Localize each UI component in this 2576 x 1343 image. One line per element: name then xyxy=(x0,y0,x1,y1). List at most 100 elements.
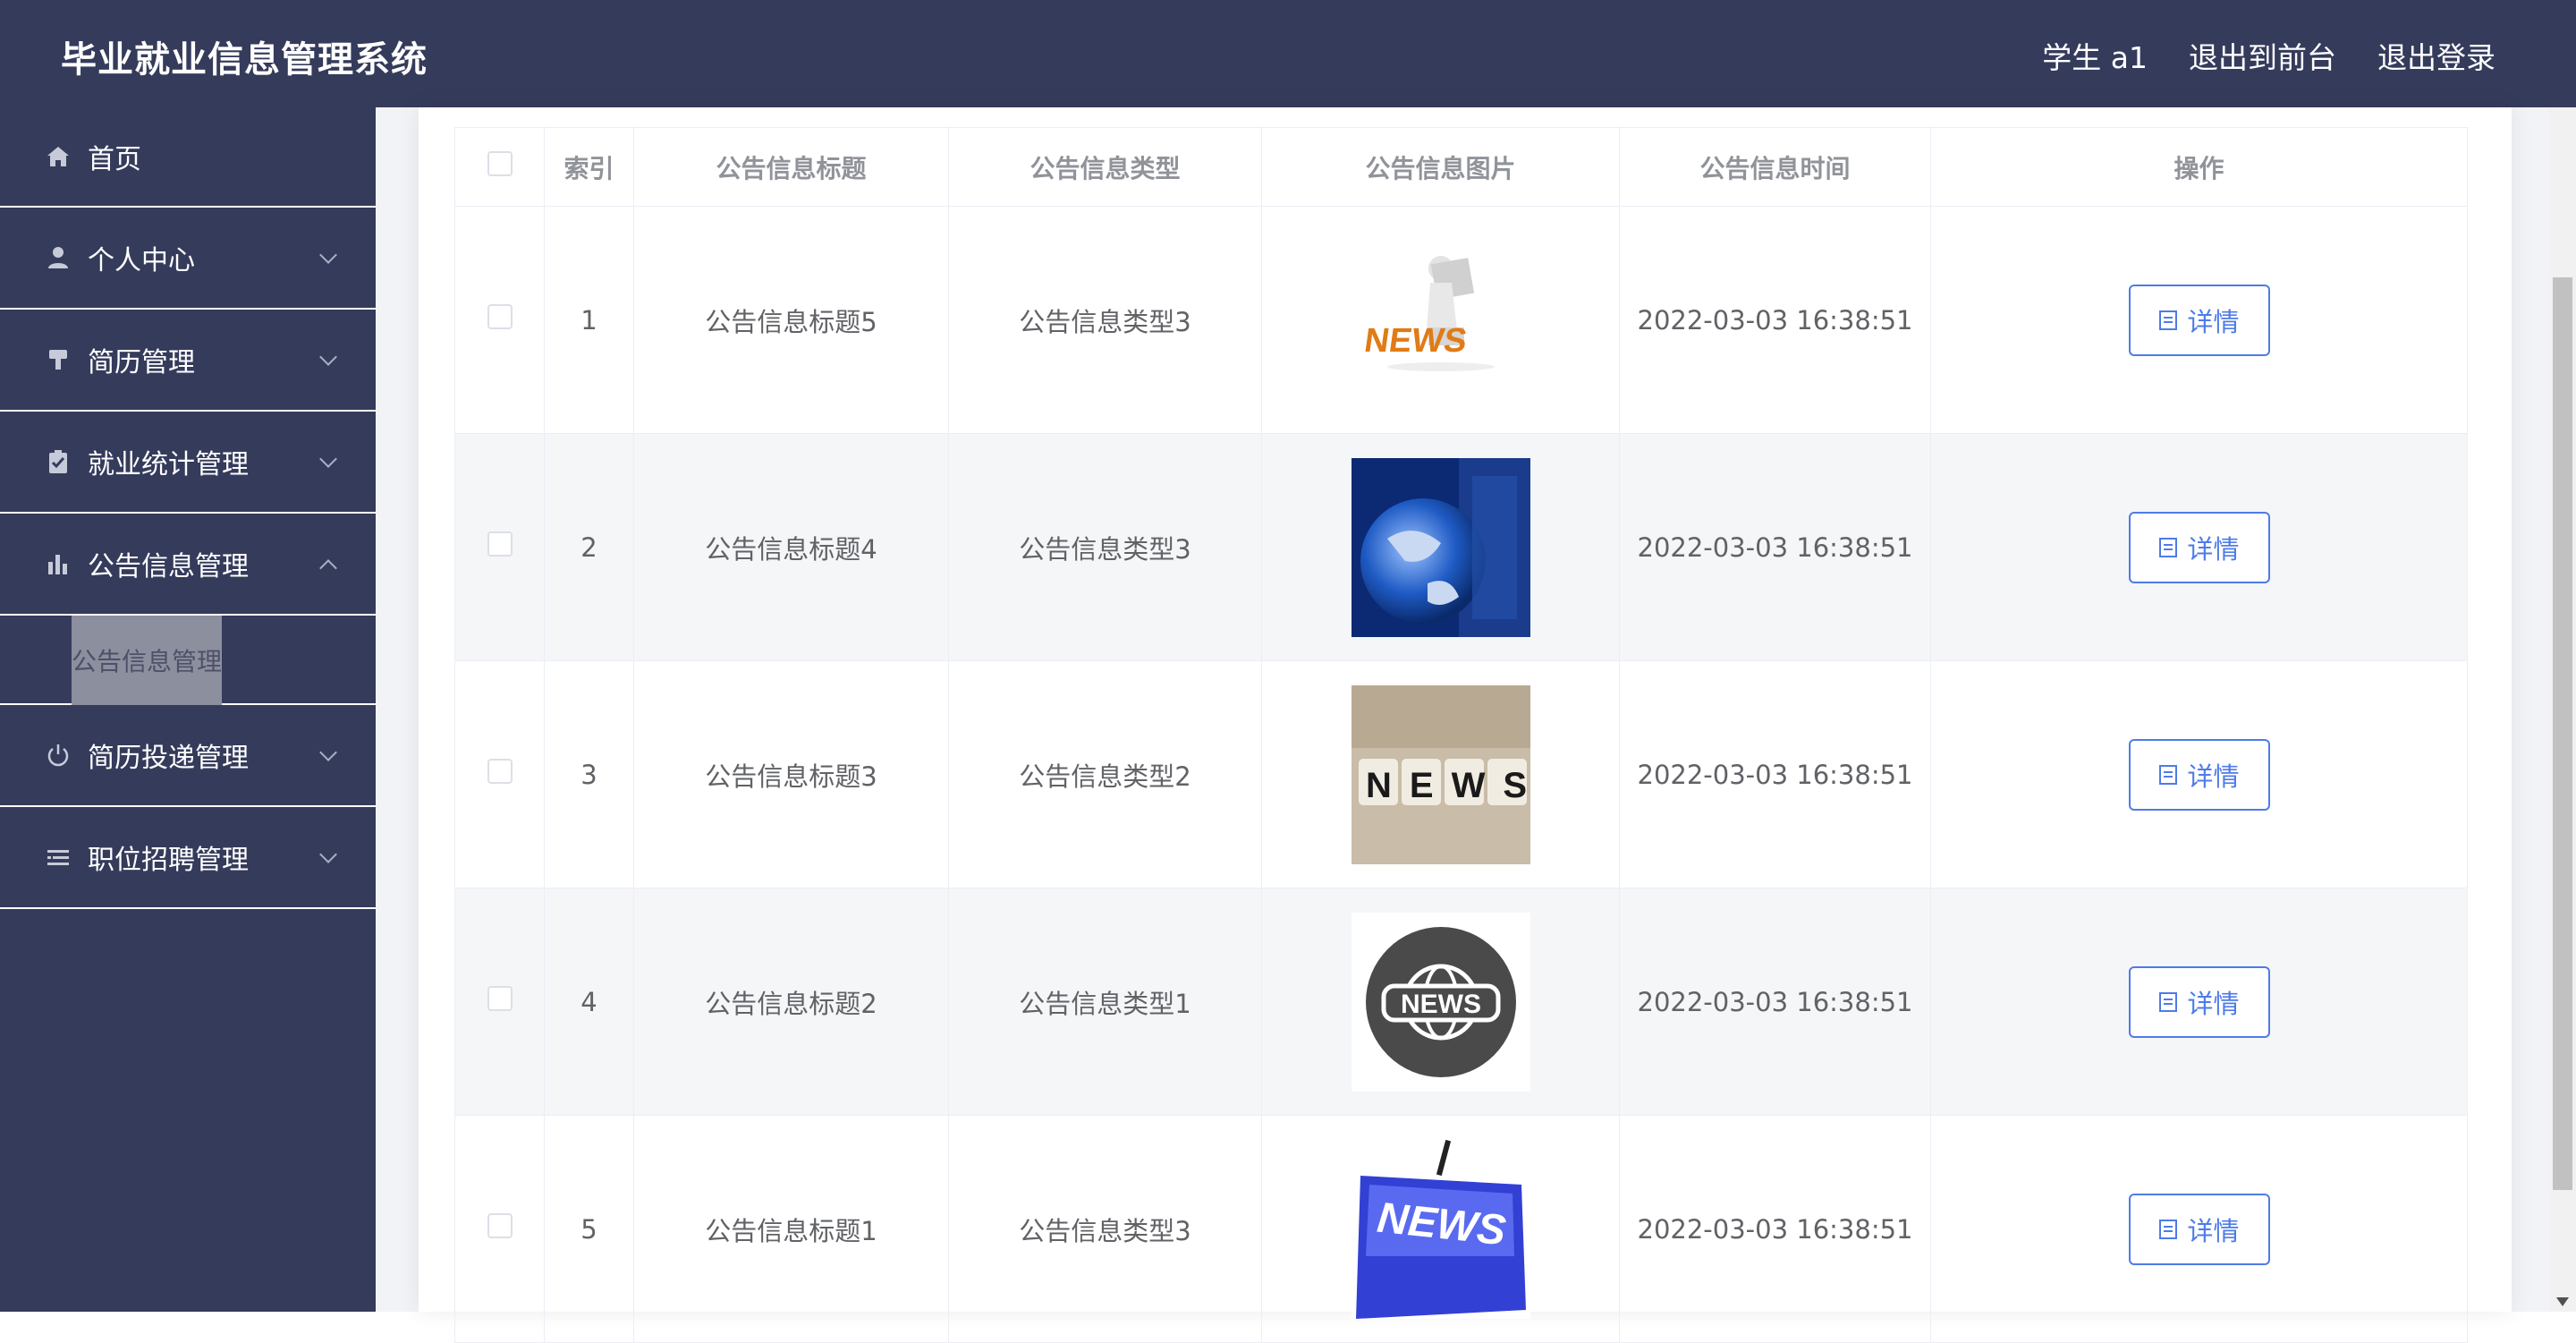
row-checkbox[interactable] xyxy=(487,759,513,784)
row-title: 公告信息标题1 xyxy=(633,1115,949,1343)
sidebar-item-job-recruitment[interactable]: 职位招聘管理 xyxy=(0,807,376,909)
document-icon xyxy=(2159,991,2178,1012)
back-to-front-link[interactable]: 退出到前台 xyxy=(2189,34,2336,77)
column-header: 操作 xyxy=(1930,127,2468,207)
sidebar-item-label: 职位招聘管理 xyxy=(88,845,249,876)
scrollbar-thumb[interactable] xyxy=(2553,277,2572,1190)
row-actions: 详情 xyxy=(1930,660,2468,888)
table-header-row: 索引 公告信息标题 公告信息类型 公告信息图片 公告信息时间 操作 xyxy=(454,127,2468,207)
column-header: 公告信息标题 xyxy=(633,127,949,207)
row-checkbox[interactable] xyxy=(487,986,513,1011)
detail-button-label: 详情 xyxy=(2187,988,2240,1019)
column-header: 公告信息图片 xyxy=(1261,127,1620,207)
news-dice-image: NEWS xyxy=(1351,684,1530,864)
detail-button-label: 详情 xyxy=(2187,306,2240,337)
column-header: 索引 xyxy=(544,127,634,207)
row-index: 3 xyxy=(544,660,634,888)
row-time: 2022-03-03 16:38:51 xyxy=(1619,206,1931,434)
chevron-down-icon xyxy=(319,744,337,761)
row-image-cell: NEWS xyxy=(1261,206,1620,434)
column-header: 公告信息类型 xyxy=(948,127,1262,207)
row-type: 公告信息类型3 xyxy=(948,206,1262,434)
table-row: 2 公告信息标题4 公告信息类型3 2022-03-03 16:38:51 详情 xyxy=(454,433,2468,661)
sidebar-item-label: 简历投递管理 xyxy=(88,743,249,774)
row-type: 公告信息类型2 xyxy=(948,660,1262,888)
document-icon xyxy=(2159,764,2178,785)
detail-button-label: 详情 xyxy=(2187,761,2240,792)
scrollbar[interactable] xyxy=(2549,107,2576,1312)
row-index: 5 xyxy=(544,1115,634,1343)
sidebar-item-resume-delivery[interactable]: 简历投递管理 xyxy=(0,705,376,807)
svg-text:NEWS: NEWS xyxy=(1401,990,1481,1019)
sidebar-item-label: 公告信息管理 xyxy=(88,551,249,582)
sidebar-item-label: 就业统计管理 xyxy=(88,449,249,480)
row-title: 公告信息标题5 xyxy=(633,206,949,434)
row-type: 公告信息类型1 xyxy=(948,888,1262,1116)
table-row: 5 公告信息标题1 公告信息类型3 NEWS 2022-03-03 16:38:… xyxy=(454,1115,2468,1343)
row-time: 2022-03-03 16:38:51 xyxy=(1619,433,1931,661)
row-type: 公告信息类型3 xyxy=(948,433,1262,661)
row-actions: 详情 xyxy=(1930,433,2468,661)
row-type: 公告信息类型3 xyxy=(948,1115,1262,1343)
news-keyboard-key-image: NEWS xyxy=(1351,1139,1530,1319)
sidebar-item-label: 个人中心 xyxy=(88,245,195,276)
row-actions: 详情 xyxy=(1930,888,2468,1116)
app-title: 毕业就业信息管理系统 xyxy=(61,39,428,81)
detail-button[interactable]: 详情 xyxy=(2128,1193,2270,1265)
logout-link[interactable]: 退出登录 xyxy=(2377,34,2496,77)
row-title: 公告信息标题4 xyxy=(633,433,949,661)
chevron-down-icon xyxy=(319,450,337,468)
row-title: 公告信息标题2 xyxy=(633,888,949,1116)
brush-icon xyxy=(45,346,72,373)
row-checkbox[interactable] xyxy=(487,531,513,557)
top-header: 毕业就业信息管理系统 学生 a1 退出到前台 退出登录 xyxy=(0,0,2576,107)
svg-text:NEWS: NEWS xyxy=(1366,766,1530,805)
detail-button[interactable]: 详情 xyxy=(2128,511,2270,583)
row-image-cell: NEWS xyxy=(1261,1115,1620,1343)
table-row: 3 公告信息标题3 公告信息类型2 NEWS 2022-03-03 16:38:… xyxy=(454,660,2468,888)
row-title: 公告信息标题3 xyxy=(633,660,949,888)
sidebar-item-resume[interactable]: 简历管理 xyxy=(0,310,376,412)
sidebar-item-personal-center[interactable]: 个人中心 xyxy=(0,208,376,310)
row-checkbox[interactable] xyxy=(487,1213,513,1238)
chevron-down-icon xyxy=(319,348,337,366)
sidebar-item-home[interactable]: 首页 xyxy=(0,107,376,208)
power-icon xyxy=(45,742,72,769)
svg-text:NEWS: NEWS xyxy=(1361,321,1469,360)
table-row: 1 公告信息标题5 公告信息类型3 NEWS 2022-03-03 16:38:… xyxy=(454,206,2468,434)
detail-button-label: 详情 xyxy=(2187,533,2240,565)
document-icon xyxy=(2159,537,2178,557)
scroll-down-arrow-icon[interactable] xyxy=(2556,1297,2569,1306)
table-row: 4 公告信息标题2 公告信息类型1 NEWS 2022-03-03 16:38:… xyxy=(454,888,2468,1116)
detail-button[interactable]: 详情 xyxy=(2128,965,2270,1038)
bar-chart-icon xyxy=(45,550,72,577)
user-icon xyxy=(45,244,72,271)
row-time: 2022-03-03 16:38:51 xyxy=(1619,660,1931,888)
column-header: 公告信息时间 xyxy=(1619,127,1931,207)
row-index: 2 xyxy=(544,433,634,661)
row-index: 1 xyxy=(544,206,634,434)
sidebar-item-announcement[interactable]: 公告信息管理 xyxy=(0,514,376,616)
select-all-checkbox[interactable] xyxy=(487,151,513,176)
chevron-up-icon xyxy=(319,559,337,577)
sidebar: 首页 个人中心 简历管理 就业统计管理 公告信息管理 公告信息管理 简历投递管理… xyxy=(0,107,376,1312)
row-index: 4 xyxy=(544,888,634,1116)
row-time: 2022-03-03 16:38:51 xyxy=(1619,888,1931,1116)
news-reading-figure-image: NEWS xyxy=(1351,230,1530,410)
sidebar-item-employment-stats[interactable]: 就业统计管理 xyxy=(0,412,376,514)
detail-button[interactable]: 详情 xyxy=(2128,284,2270,356)
detail-button[interactable]: 详情 xyxy=(2128,738,2270,811)
document-icon xyxy=(2159,1219,2178,1239)
row-actions: 详情 xyxy=(1930,206,2468,434)
row-checkbox[interactable] xyxy=(487,304,513,329)
clipboard-check-icon xyxy=(45,448,72,475)
submenu-item-announcement-manage[interactable]: 公告信息管理 xyxy=(72,616,222,705)
user-name-link[interactable]: 学生 a1 xyxy=(2042,34,2148,77)
news-globe-badge-image: NEWS xyxy=(1351,912,1530,1092)
chevron-down-icon xyxy=(319,846,337,863)
announcement-table: 索引 公告信息标题 公告信息类型 公告信息图片 公告信息时间 操作 1 公告信息… xyxy=(454,127,2468,1343)
home-icon xyxy=(45,143,72,170)
sidebar-item-label: 简历管理 xyxy=(88,347,195,378)
row-actions: 详情 xyxy=(1930,1115,2468,1343)
detail-button-label: 详情 xyxy=(2187,1215,2240,1246)
